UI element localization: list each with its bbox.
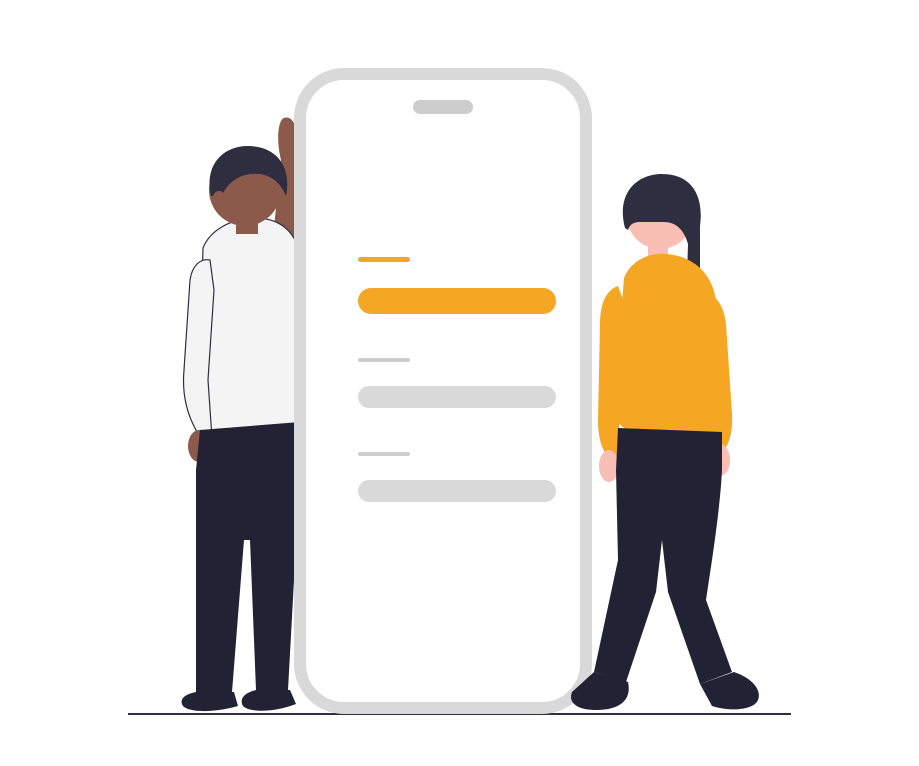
person-left-pants [196, 422, 300, 692]
person-left-neck [236, 216, 258, 234]
phone-bar-2[interactable] [358, 480, 556, 502]
person-left [182, 118, 302, 712]
phone-heading-line [358, 257, 410, 262]
person-left-ear [213, 191, 225, 203]
person-right [571, 174, 759, 710]
phone-label-2 [358, 452, 410, 456]
person-left-shoe-right [242, 690, 296, 711]
person-left-front-arm [184, 260, 215, 440]
phone-label-1 [358, 358, 410, 362]
person-left-shirt [198, 218, 302, 444]
phone-bar-1[interactable] [358, 386, 556, 408]
phone-notch [413, 100, 473, 114]
illustration-root [0, 0, 919, 766]
phone-primary-button[interactable] [358, 288, 556, 314]
phone-mockup [300, 74, 586, 708]
person-right-hand-left [599, 450, 619, 482]
person-left-shoe-left [182, 692, 238, 711]
